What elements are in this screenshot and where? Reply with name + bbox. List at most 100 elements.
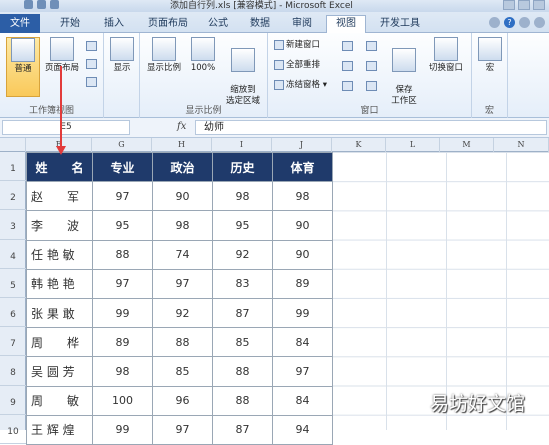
formula-input[interactable]: 幼师 xyxy=(195,120,547,135)
row-header[interactable]: 5 xyxy=(0,269,26,298)
unhide-icon[interactable] xyxy=(342,81,353,91)
row-header[interactable]: 9 xyxy=(0,386,26,415)
minimize-icon[interactable] xyxy=(503,0,515,10)
custom-views-icon[interactable] xyxy=(86,59,97,69)
sync-scroll-icon[interactable] xyxy=(366,61,377,71)
cell[interactable]: 84 xyxy=(273,328,333,357)
column-header[interactable]: K xyxy=(332,138,386,152)
tab-formulas[interactable]: 公式 xyxy=(200,16,236,33)
cell[interactable]: 95 xyxy=(213,211,273,240)
cell[interactable]: 周 敏 xyxy=(27,386,93,415)
cell[interactable]: 98 xyxy=(213,182,273,211)
cell[interactable]: 85 xyxy=(153,357,213,386)
cell[interactable]: 任 艳 敏 xyxy=(27,240,93,269)
fx-icon[interactable]: fx xyxy=(177,121,186,132)
cell[interactable]: 97 xyxy=(153,269,213,298)
cell[interactable]: 88 xyxy=(213,357,273,386)
column-header[interactable]: G xyxy=(92,138,152,152)
cell[interactable]: 95 xyxy=(93,211,153,240)
tab-data[interactable]: 数据 xyxy=(242,16,278,33)
header-cell-name[interactable]: 姓 名 xyxy=(27,153,93,182)
column-header[interactable]: N xyxy=(494,138,549,152)
switch-windows-button[interactable]: 切换窗口 xyxy=(424,37,468,74)
header-cell-major[interactable]: 专业 xyxy=(93,153,153,182)
normal-view-button[interactable]: 普通 xyxy=(6,37,40,97)
cell[interactable]: 赵 军 xyxy=(27,182,93,211)
cell[interactable]: 96 xyxy=(153,386,213,415)
page-break-preview-icon[interactable] xyxy=(86,41,97,51)
cell[interactable]: 98 xyxy=(273,182,333,211)
view-side-by-side-icon[interactable] xyxy=(366,41,377,51)
help-icon[interactable]: ? xyxy=(504,17,515,28)
tab-developer[interactable]: 开发工具 xyxy=(372,16,428,33)
cell[interactable]: 85 xyxy=(213,328,273,357)
cell[interactable]: 89 xyxy=(93,328,153,357)
tab-review[interactable]: 审阅 xyxy=(284,16,320,33)
full-screen-icon[interactable] xyxy=(86,77,97,87)
cell[interactable]: 99 xyxy=(273,298,333,327)
row-header[interactable]: 1 xyxy=(0,152,26,181)
cell[interactable]: 74 xyxy=(153,240,213,269)
column-header[interactable]: L xyxy=(386,138,440,152)
restore-icon[interactable] xyxy=(519,17,530,28)
cell[interactable]: 90 xyxy=(273,240,333,269)
row-header[interactable]: 2 xyxy=(0,181,26,210)
row-header[interactable]: 8 xyxy=(0,356,26,385)
cell[interactable]: 90 xyxy=(153,182,213,211)
header-cell-history[interactable]: 历史 xyxy=(213,153,273,182)
name-box[interactable]: E5 xyxy=(2,120,130,135)
column-header[interactable]: J xyxy=(272,138,332,152)
cell[interactable]: 97 xyxy=(273,357,333,386)
row-header[interactable]: 3 xyxy=(0,210,26,239)
maximize-icon[interactable] xyxy=(518,0,530,10)
redo-icon[interactable] xyxy=(50,0,59,9)
cell[interactable]: 98 xyxy=(153,211,213,240)
cell[interactable]: 韩 艳 艳 xyxy=(27,269,93,298)
cell[interactable]: 98 xyxy=(93,357,153,386)
cell[interactable]: 90 xyxy=(273,211,333,240)
row-header[interactable]: 10 xyxy=(0,415,26,444)
cell[interactable]: 周 桦 xyxy=(27,328,93,357)
cell[interactable]: 99 xyxy=(93,298,153,327)
tab-insert[interactable]: 插入 xyxy=(96,16,132,33)
row-header[interactable]: 7 xyxy=(0,327,26,356)
select-all-corner[interactable] xyxy=(0,138,26,152)
save-workspace-button[interactable]: 保存 工作区 xyxy=(386,37,422,107)
save-icon[interactable] xyxy=(24,0,33,9)
cell[interactable]: 92 xyxy=(213,240,273,269)
row-header[interactable]: 6 xyxy=(0,298,26,327)
split-icon[interactable] xyxy=(342,41,353,51)
page-layout-button[interactable]: 页面布局 xyxy=(42,37,82,74)
cell[interactable]: 89 xyxy=(273,269,333,298)
minimize-ribbon-icon[interactable] xyxy=(489,17,500,28)
close-workbook-icon[interactable] xyxy=(534,17,545,28)
zoom-to-selection-button[interactable]: 缩放到 选定区域 xyxy=(222,37,264,107)
cell[interactable]: 李 波 xyxy=(27,211,93,240)
macros-button[interactable]: 宏 xyxy=(474,37,506,74)
cell[interactable]: 87 xyxy=(213,298,273,327)
cell[interactable]: 88 xyxy=(213,386,273,415)
new-window-button[interactable]: 新建窗口 xyxy=(274,39,320,52)
tab-page-layout[interactable]: 页面布局 xyxy=(140,16,196,33)
tab-file[interactable]: 文件 xyxy=(0,14,40,33)
undo-icon[interactable] xyxy=(37,0,46,9)
zoom-button[interactable]: 显示比例 xyxy=(144,37,184,74)
row-header[interactable]: 4 xyxy=(0,240,26,269)
tab-view[interactable]: 视图 xyxy=(326,15,366,34)
close-icon[interactable] xyxy=(533,0,545,10)
column-header[interactable]: H xyxy=(152,138,212,152)
cell[interactable]: 100 xyxy=(93,386,153,415)
cell[interactable]: 97 xyxy=(93,182,153,211)
hide-icon[interactable] xyxy=(342,61,353,71)
arrange-all-button[interactable]: 全部重排 xyxy=(274,59,320,72)
cell[interactable]: 88 xyxy=(153,328,213,357)
column-header[interactable]: M xyxy=(440,138,494,152)
cell[interactable]: 83 xyxy=(213,269,273,298)
cell[interactable]: 吴 圆 芳 xyxy=(27,357,93,386)
show-button[interactable]: 显示 xyxy=(106,37,138,74)
freeze-panes-button[interactable]: 冻结窗格 ▾ xyxy=(274,79,327,92)
header-cell-politics[interactable]: 政治 xyxy=(153,153,213,182)
cell[interactable]: 88 xyxy=(93,240,153,269)
reset-position-icon[interactable] xyxy=(366,81,377,91)
cell[interactable]: 92 xyxy=(153,298,213,327)
